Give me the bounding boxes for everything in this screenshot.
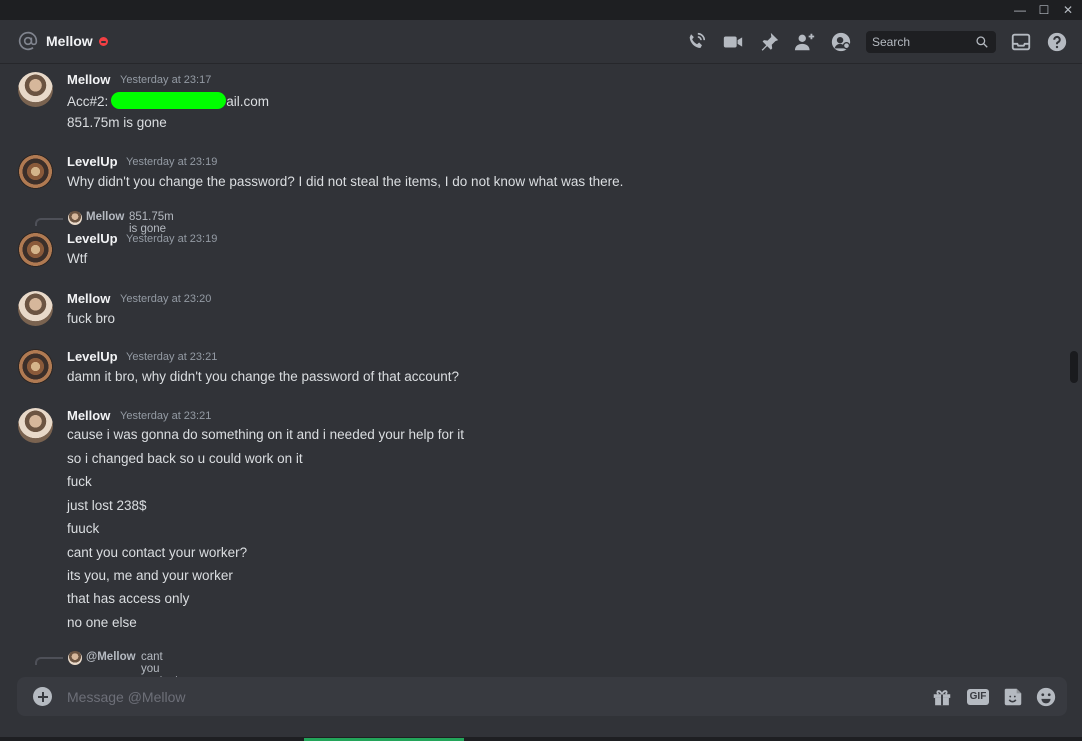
- message-line: 851.75m is gone: [67, 115, 167, 130]
- window-titlebar: — ☐ ✕: [0, 0, 1082, 20]
- message-author[interactable]: LevelUp: [67, 231, 118, 246]
- close-button[interactable]: ✕: [1057, 2, 1079, 18]
- message-timestamp: Yesterday at 23:21: [126, 351, 218, 363]
- emoji-icon[interactable]: [1035, 686, 1057, 708]
- message-input[interactable]: [67, 677, 917, 716]
- reply-text: 851.75m is gone: [129, 211, 174, 235]
- message-line: fuuck: [67, 521, 100, 536]
- message-author[interactable]: LevelUp: [67, 154, 118, 169]
- reply-spine: [35, 218, 63, 226]
- message-author[interactable]: Mellow: [67, 72, 110, 87]
- sticker-icon[interactable]: [1002, 686, 1024, 708]
- redaction-mark: [111, 92, 227, 109]
- message-author[interactable]: LevelUp: [67, 349, 118, 364]
- message-author[interactable]: Mellow: [67, 291, 110, 306]
- message-line: fuck: [67, 474, 92, 489]
- reply-author: Mellow: [86, 211, 125, 223]
- message-line: damn it bro, why didn't you change the p…: [67, 369, 460, 384]
- message-timestamp: Yesterday at 23:19: [126, 233, 218, 245]
- avatar[interactable]: [18, 291, 53, 326]
- message-line: that has access only: [67, 591, 190, 606]
- channel-name: Mellow: [46, 33, 93, 49]
- reply-spine: [35, 657, 63, 665]
- message-timestamp: Yesterday at 23:20: [120, 293, 212, 305]
- channel-header: Mellow: [0, 20, 1082, 64]
- dm-view: Mellow Mellow Yesterday at 23:17 Acc#2:a…: [0, 20, 1082, 741]
- add-attachment-icon[interactable]: [33, 687, 52, 706]
- gift-icon[interactable]: [931, 686, 953, 708]
- message-line: so i changed back so u could work on it: [67, 451, 303, 466]
- maximize-button[interactable]: ☐: [1033, 2, 1055, 18]
- message-line: its you, me and your worker: [67, 568, 233, 583]
- bottom-strip: [0, 737, 1082, 741]
- avatar[interactable]: [18, 349, 53, 384]
- gif-icon[interactable]: GIF: [967, 689, 989, 705]
- pin-icon[interactable]: [758, 31, 780, 53]
- message-line: fuck bro: [67, 311, 116, 326]
- message-composer: GIF: [17, 677, 1067, 716]
- at-icon: [18, 31, 38, 51]
- message-line: cause i was gonna do something on it and…: [67, 427, 465, 442]
- reply-avatar: [68, 651, 82, 665]
- message-line: Why didn't you change the password? I di…: [67, 174, 624, 189]
- avatar[interactable]: [18, 154, 53, 189]
- avatar[interactable]: [18, 232, 53, 267]
- scrollbar-thumb[interactable]: [1070, 351, 1078, 383]
- message-line: just lost 238$: [67, 498, 147, 513]
- avatar[interactable]: [18, 72, 53, 107]
- minimize-button[interactable]: —: [1009, 2, 1031, 18]
- avatar[interactable]: [18, 408, 53, 443]
- message-timestamp: Yesterday at 23:21: [120, 410, 212, 422]
- message-timestamp: Yesterday at 23:19: [126, 156, 218, 168]
- reply-avatar: [68, 211, 82, 225]
- add-friend-icon[interactable]: [794, 31, 816, 53]
- search-input[interactable]: [866, 31, 970, 53]
- message-line: cant you contact your worker?: [67, 545, 248, 560]
- user-profile-icon[interactable]: [830, 31, 852, 53]
- message-line: no one else: [67, 615, 137, 630]
- inbox-icon[interactable]: [1010, 31, 1032, 53]
- search-bar[interactable]: [866, 31, 996, 53]
- message-list: Mellow Yesterday at 23:17 Acc#2: ail.com …: [0, 65, 1066, 677]
- help-icon[interactable]: [1046, 31, 1068, 53]
- voice-call-icon[interactable]: [685, 31, 707, 53]
- video-call-icon[interactable]: [722, 31, 744, 53]
- dnd-status-icon: [99, 37, 108, 46]
- message-line: Acc#2: ail.com: [67, 92, 270, 109]
- message-timestamp: Yesterday at 23:17: [120, 74, 212, 86]
- reply-author: @Mellow: [86, 651, 136, 663]
- message-author[interactable]: Mellow: [67, 408, 110, 423]
- search-icon: [976, 36, 988, 48]
- message-line: Wtf: [67, 251, 88, 266]
- reply-text: cant you contact your worker?: [141, 651, 178, 677]
